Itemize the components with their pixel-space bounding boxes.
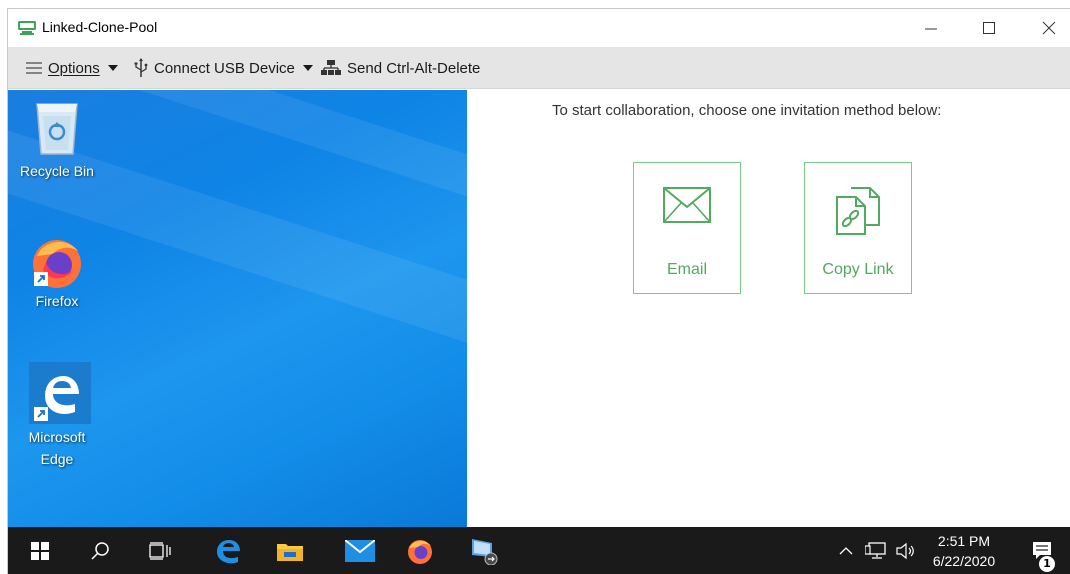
taskbar-file-explorer[interactable] bbox=[266, 527, 314, 574]
title-bar: Linked-Clone-Pool bbox=[8, 9, 1070, 47]
volume-tray-button[interactable] bbox=[892, 527, 920, 574]
send-ctrl-alt-delete-label: Send Ctrl-Alt-Delete bbox=[347, 59, 481, 77]
minimize-button[interactable] bbox=[908, 9, 954, 47]
chevron-up-icon bbox=[839, 547, 853, 555]
desktop-icon-label: Microsoft Edge bbox=[28, 429, 86, 467]
taskbar-remote-desktop[interactable] bbox=[460, 527, 508, 574]
search-icon bbox=[91, 542, 109, 560]
maximize-button[interactable] bbox=[966, 9, 1012, 47]
copy-link-label: Copy Link bbox=[822, 261, 894, 278]
windows-logo-icon bbox=[31, 542, 49, 560]
connect-usb-menu[interactable]: Connect USB Device bbox=[134, 47, 313, 89]
send-ctrl-alt-delete-button[interactable]: Send Ctrl-Alt-Delete bbox=[321, 47, 480, 89]
desktop-icon-recycle-bin[interactable]: Recycle Bin bbox=[12, 98, 102, 182]
task-view-button[interactable] bbox=[136, 527, 184, 574]
shortcut-arrow-icon bbox=[34, 272, 48, 286]
mail-icon bbox=[345, 540, 375, 562]
close-button[interactable] bbox=[1026, 9, 1070, 47]
notification-count-badge: 1 bbox=[1039, 556, 1055, 572]
speaker-icon bbox=[896, 542, 914, 560]
taskbar-firefox[interactable] bbox=[396, 527, 444, 574]
chevron-down-icon bbox=[302, 65, 313, 71]
collaboration-panel: To start collaboration, choose one invit… bbox=[467, 90, 1070, 527]
window-title: Linked-Clone-Pool bbox=[42, 19, 158, 35]
edge-icon bbox=[217, 540, 240, 564]
remote-desktop[interactable]: Recycle Bin Firefox Microsoft Edge bbox=[8, 90, 467, 527]
copy-link-icon bbox=[836, 187, 880, 235]
minimize-icon bbox=[925, 28, 937, 30]
network-icon bbox=[865, 542, 886, 559]
clock[interactable]: 2:51 PM 6/22/2020 bbox=[926, 531, 1002, 571]
recycle-bin-icon bbox=[36, 103, 78, 155]
search-button[interactable] bbox=[76, 527, 124, 574]
network-tray-button[interactable] bbox=[862, 527, 890, 574]
usb-icon bbox=[134, 58, 148, 77]
clock-date: 6/22/2020 bbox=[932, 553, 996, 569]
firefox-icon bbox=[408, 540, 432, 564]
remote-desktop-window: Linked-Clone-Pool Options Connect USB De… bbox=[7, 8, 1070, 574]
client-toolbar: Options Connect USB Device Send Ctrl-Alt… bbox=[8, 47, 1070, 89]
remote-desktop-icon bbox=[472, 539, 498, 565]
envelope-icon bbox=[663, 187, 711, 223]
options-menu[interactable]: Options bbox=[26, 47, 118, 89]
clock-time: 2:51 PM bbox=[937, 533, 991, 549]
task-view-icon bbox=[149, 542, 171, 560]
connect-usb-label: Connect USB Device bbox=[154, 59, 295, 77]
maximize-icon bbox=[983, 22, 995, 34]
desktop-icon-firefox[interactable]: Firefox bbox=[12, 232, 102, 312]
options-label: Options bbox=[48, 59, 100, 77]
desktop-icon-label: Recycle Bin bbox=[20, 163, 94, 179]
network-icon bbox=[321, 60, 341, 75]
shortcut-arrow-icon bbox=[34, 407, 48, 421]
show-hidden-icons-button[interactable] bbox=[834, 527, 858, 574]
desktop-icon-label: Firefox bbox=[35, 293, 79, 309]
chevron-down-icon bbox=[107, 65, 118, 71]
copy-link-button[interactable]: Copy Link bbox=[804, 162, 912, 294]
hamburger-icon bbox=[26, 62, 42, 74]
collaboration-instruction: To start collaboration, choose one invit… bbox=[552, 102, 942, 119]
email-invite-button[interactable]: Email bbox=[633, 162, 741, 294]
taskbar-mail[interactable] bbox=[336, 527, 384, 574]
email-invite-label: Email bbox=[666, 261, 707, 278]
start-button[interactable] bbox=[16, 527, 64, 574]
close-icon bbox=[1042, 21, 1056, 35]
desktop-icon-edge[interactable]: Microsoft Edge bbox=[12, 362, 102, 470]
folder-icon bbox=[277, 544, 303, 561]
taskbar: 2:51 PM 6/22/2020 1 bbox=[8, 527, 1070, 574]
taskbar-edge[interactable] bbox=[204, 527, 252, 574]
horizon-client-icon bbox=[18, 21, 36, 35]
